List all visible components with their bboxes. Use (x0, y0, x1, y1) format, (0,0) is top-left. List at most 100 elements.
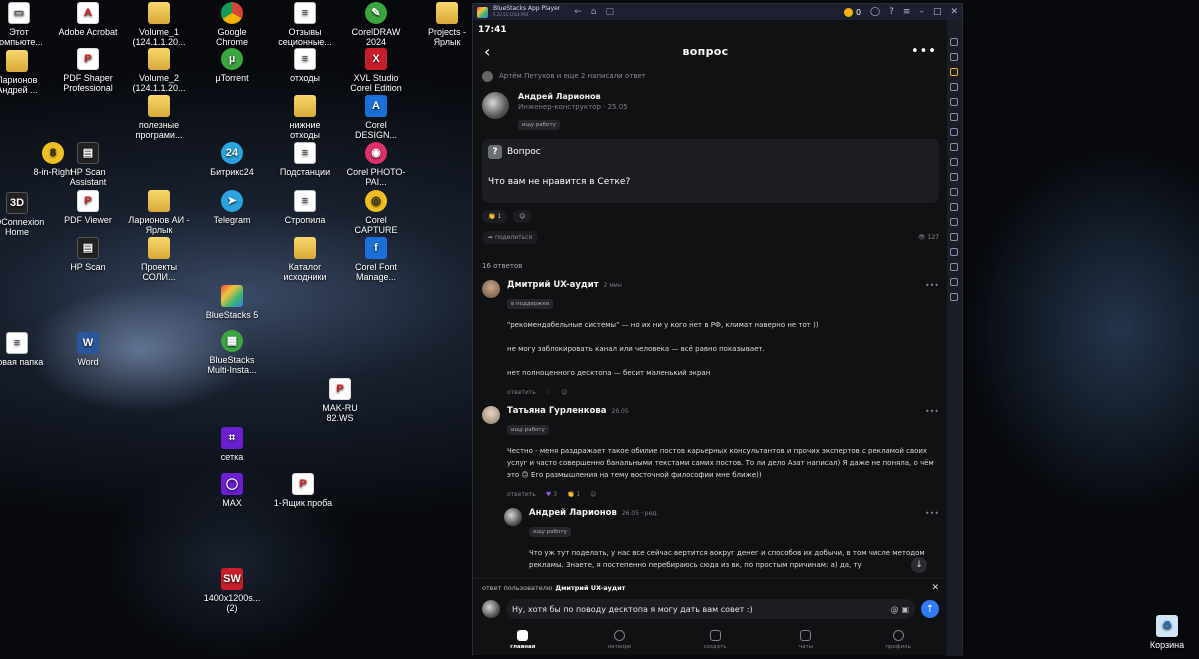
desktop-icon-lower-othody[interactable]: нижние отходы (274, 95, 336, 140)
avatar[interactable] (504, 508, 522, 526)
desktop-icon-corel-photopaint[interactable]: ◉ Corel PHOTO-PAI... (345, 142, 407, 187)
image-icon[interactable]: ▣ (901, 605, 909, 614)
desktop-icon-projects-soli[interactable]: Проекты СОЛИ... (128, 237, 190, 282)
comment-author[interactable]: Татьяна Гурленкова (507, 406, 607, 416)
minimize-icon[interactable]: – (919, 7, 924, 17)
desktop-icon-setka[interactable]: ⌗ сетка (201, 427, 263, 462)
desktop-icon-mak-ru[interactable]: P MAK-RU 82.WS (309, 378, 371, 423)
sidebar-tool-icon[interactable] (950, 188, 958, 196)
sidebar-tool-icon[interactable] (950, 53, 958, 61)
tab-chats[interactable]: чаты (799, 629, 813, 650)
desktop-icon-chrome[interactable]: Google Chrome (201, 2, 263, 47)
add-reaction-icon[interactable]: ☺ (561, 389, 567, 396)
mention-icon[interactable]: @ (890, 605, 898, 614)
desktop-icon-bitrix24[interactable]: 24 Битрикс24 (201, 142, 263, 177)
sidebar-tool-icon[interactable] (950, 98, 958, 106)
comment-author[interactable]: Дмитрий UX-аудит (507, 280, 599, 290)
desktop-icon-this-pc[interactable]: ▭Этот компьюте... (0, 2, 50, 47)
desktop-icon-projects[interactable]: Projects - Ярлык (416, 2, 478, 47)
desktop-icon-katalog[interactable]: Каталог исходники (274, 237, 336, 282)
desktop-icon-sw[interactable]: SW 1400x1200s... (2) (201, 568, 263, 613)
sidebar-tool-icon[interactable] (950, 293, 958, 301)
avatar[interactable] (482, 280, 500, 298)
sidebar-tool-icon[interactable] (950, 218, 958, 226)
comment-more-icon[interactable]: ••• (925, 281, 939, 290)
desktop-icon-utorrent[interactable]: µ µTorrent (201, 48, 263, 83)
heart-reaction[interactable]: ♥ 3 (546, 491, 557, 498)
share-button[interactable]: ➦ поделиться (482, 231, 539, 244)
desktop-icon-coreldraw[interactable]: ✎ CorelDRAW 2024 (345, 2, 407, 47)
desktop-icon-volume2[interactable]: Volume_2 (124.1.1.20... (128, 48, 190, 93)
tab-network[interactable]: нетворк (608, 629, 631, 650)
help-icon[interactable]: ? (889, 7, 894, 17)
desktop-icon-othody[interactable]: ≡ отходы (274, 48, 336, 83)
sidebar-tool-icon[interactable] (950, 233, 958, 241)
desktop-icon-new-folder[interactable]: ≡Новая папка (0, 332, 48, 367)
reply-button[interactable]: ответить (507, 389, 536, 396)
add-reaction-button[interactable]: ☺ (513, 210, 532, 223)
desktop-icon-telegram[interactable]: ➤ Telegram (201, 190, 263, 225)
desktop-icon-larionov-ai[interactable]: Ларионов АИ - Ярлык (128, 190, 190, 235)
desktop-icon-useful-programs[interactable]: полезные програми... (128, 95, 190, 140)
add-reaction-icon[interactable]: ☺ (590, 491, 596, 498)
desktop-icon-corel-design[interactable]: A Corel DESIGN... (345, 95, 407, 140)
more-options-icon[interactable]: ••• (911, 44, 937, 59)
tab-home[interactable]: главная (510, 629, 535, 650)
desktop-icon-yashchik[interactable]: P 1-Ящик проба (272, 473, 334, 508)
comment-author[interactable]: Андрей Ларионов (529, 508, 617, 518)
home-icon[interactable]: ⌂ (591, 7, 597, 17)
sidebar-tool-icon[interactable] (950, 278, 958, 286)
desktop-icon-otzyvy[interactable]: ≡ Отзывы сеционные... (274, 2, 336, 47)
sidebar-tool-icon[interactable] (950, 83, 958, 91)
multitask-icon[interactable]: ▢ (606, 7, 615, 17)
desktop-icon-xvl[interactable]: X XVL Studio Corel Edition (345, 48, 407, 93)
reaction-button[interactable]: 👏 1 (482, 210, 508, 223)
desktop-icon-bluestacks-multi[interactable]: ▦ BlueStacks Multi-Insta... (201, 330, 263, 375)
sidebar-tool-icon[interactable] (950, 68, 958, 76)
desktop-icon-hp-scan[interactable]: ▤ HP Scan (57, 237, 119, 272)
desktop-icon-stropila[interactable]: ≡ Стропила (274, 190, 336, 225)
sidebar-tool-icon[interactable] (950, 158, 958, 166)
desktop-icon-hp-scan-assistant[interactable]: ▤ HP Scan Assistant (57, 142, 119, 187)
send-button[interactable]: ↑ (921, 600, 939, 618)
desktop-icon-bluestacks5[interactable]: BlueStacks 5 (201, 285, 263, 320)
desktop-icon-max[interactable]: ◯ MAX (201, 473, 263, 508)
desktop-icon-recycle-bin[interactable]: ♻ Корзина (1136, 615, 1198, 650)
desktop-icon-corel-capture[interactable]: ◎ Corel CAPTURE (345, 190, 407, 235)
desktop-icon-corel-font-manager[interactable]: f Corel Font Manage... (345, 237, 407, 282)
clap-reaction[interactable]: 👏 1 (567, 491, 580, 498)
close-icon[interactable]: ✕ (950, 7, 958, 17)
comment-more-icon[interactable]: ••• (925, 509, 939, 518)
desktop-icon-pdf-shaper[interactable]: P PDF Shaper Professional (57, 48, 119, 93)
comment-input[interactable]: Ну, хотя бы по поводу десктопа я могу да… (506, 599, 915, 619)
desktop-icon-pdf-viewer[interactable]: P PDF Viewer (57, 190, 119, 225)
desktop-icon-word[interactable]: W Word (57, 332, 119, 367)
tab-profile[interactable]: профиль (885, 629, 911, 650)
sidebar-tool-icon[interactable] (950, 128, 958, 136)
avatar[interactable] (482, 406, 500, 424)
sidebar-tool-icon[interactable] (950, 38, 958, 46)
desktop-icon-3dconnexion[interactable]: 3D3DConnexion Home (0, 192, 48, 237)
back-icon[interactable]: ‹ (484, 42, 500, 61)
close-icon[interactable]: ✕ (931, 583, 939, 593)
scroll-down-button[interactable]: ↓ (911, 557, 927, 573)
tab-create[interactable]: создать (704, 629, 727, 650)
menu-icon[interactable]: ≡ (903, 7, 911, 17)
sidebar-tool-icon[interactable] (950, 263, 958, 271)
post-author[interactable]: Андрей Ларионов Инженер-конструктор · 25… (474, 84, 947, 130)
account-icon[interactable]: ◯ (870, 7, 880, 17)
reply-button[interactable]: ответить (507, 491, 536, 498)
coins-counter[interactable]: 0 (843, 7, 861, 17)
comment-more-icon[interactable]: ••• (925, 407, 939, 416)
sidebar-tool-icon[interactable] (950, 203, 958, 211)
maximize-icon[interactable]: □ (933, 7, 942, 17)
desktop-icon-podstancii[interactable]: ≡ Подстанции (274, 142, 336, 177)
back-arrow-icon[interactable]: ← (574, 7, 582, 17)
author-name[interactable]: Андрей Ларионов (518, 92, 628, 101)
sidebar-tool-icon[interactable] (950, 173, 958, 181)
sidebar-tool-icon[interactable] (950, 113, 958, 121)
like-icon[interactable]: ♡ (546, 389, 551, 396)
repliers-summary[interactable]: Артём Петухов и еще 2 написали ответ (474, 62, 947, 84)
desktop-icon-larionov[interactable]: Ларионов Андрей ... (0, 50, 48, 95)
avatar[interactable] (482, 92, 509, 119)
